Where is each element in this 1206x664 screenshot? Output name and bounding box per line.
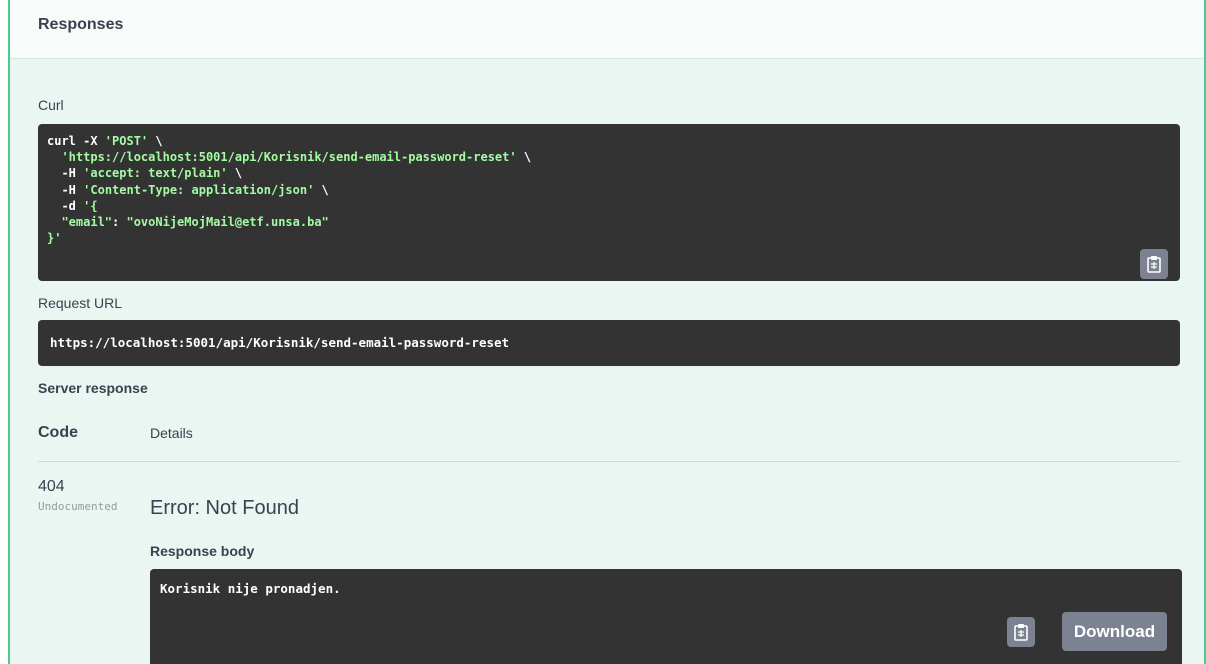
responses-header: Responses [10,0,1204,59]
request-url-label: Request URL [38,295,123,311]
clipboard-icon [1014,624,1028,641]
curl-label: Curl [38,97,64,113]
server-response-label: Server response [38,380,148,396]
curl-code-block[interactable]: curl -X 'POST' \ 'https://localhost:5001… [38,124,1180,281]
download-button[interactable]: Download [1062,612,1167,651]
table-divider [38,461,1180,462]
responses-title: Responses [38,16,124,33]
copy-curl-button[interactable] [1140,249,1168,279]
request-url-value: https://localhost:5001/api/Korisnik/send… [50,335,510,350]
code-column-header: Code [38,424,78,441]
request-url-block[interactable]: https://localhost:5001/api/Korisnik/send… [38,320,1180,366]
response-body-text: Korisnik nije pronadjen. [160,581,341,596]
details-column-header: Details [150,425,193,441]
response-body-label: Response body [150,543,255,559]
responses-section: Responses Curl curl -X 'POST' \ 'https:/… [8,0,1206,664]
copy-response-button[interactable] [1007,617,1035,647]
error-message: Error: Not Found [150,497,299,519]
response-code: 404 [38,478,65,495]
clipboard-icon [1147,256,1161,273]
curl-command: curl -X 'POST' \ 'https://localhost:5001… [47,134,532,246]
undocumented-note: Undocumented [38,500,118,513]
